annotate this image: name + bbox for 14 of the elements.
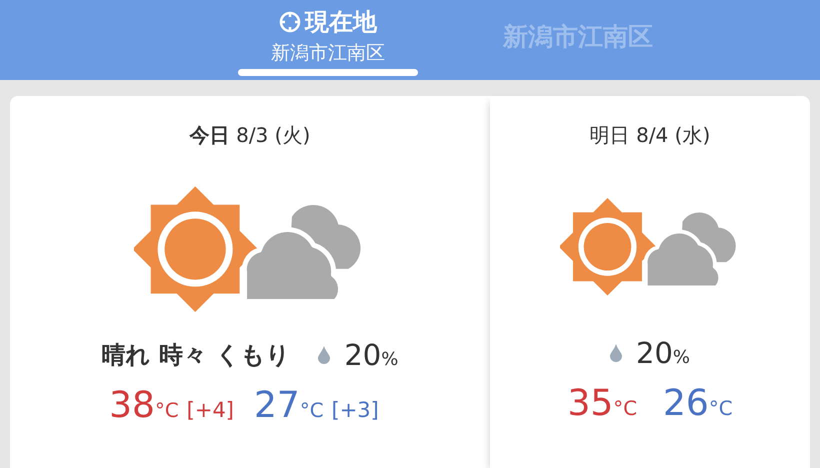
forecast-date: 明日 8/4 (水) (590, 122, 710, 149)
low-temperature: 26°C (663, 383, 733, 424)
forecast-date: 今日 8/3 (火) (190, 122, 310, 149)
rain-chance: 20% (636, 336, 690, 370)
high-temperature: 35°C (567, 383, 637, 424)
weather-label: 晴れ 時々 くもり (102, 340, 290, 371)
low-temperature-change: [+3] (332, 398, 379, 422)
raindrop-icon (610, 344, 622, 362)
high-temperature-change: [+4] (186, 398, 234, 422)
raindrop-icon (318, 346, 330, 364)
high-temperature: 38°C (109, 385, 179, 426)
location-tab[interactable]: 現在地 新潟市江南区 (238, 0, 418, 80)
low-temperature: 27°C (254, 385, 324, 426)
rain-chance: 20% (344, 338, 398, 372)
